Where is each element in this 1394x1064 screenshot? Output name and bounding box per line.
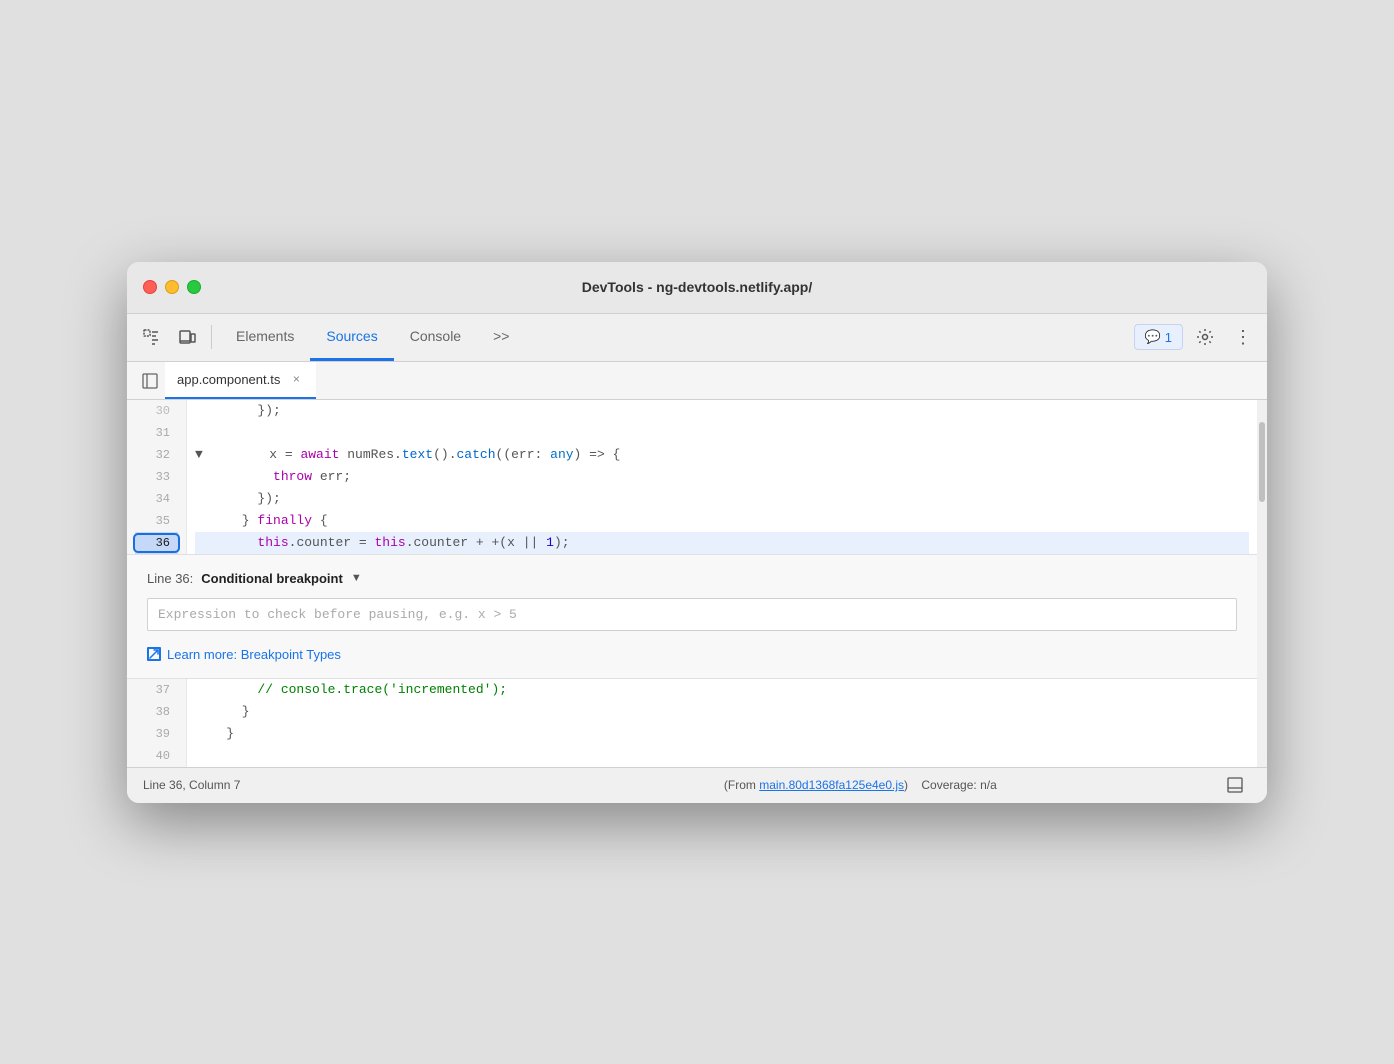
minimize-button[interactable]	[165, 280, 179, 294]
file-tab-close-button[interactable]: ×	[288, 371, 304, 387]
badge-count: 1	[1165, 330, 1172, 345]
more-options-button[interactable]: ⋮	[1227, 321, 1259, 353]
devtools-window: DevTools - ng-devtools.netlify.app/ Elem…	[127, 262, 1267, 803]
scrollbar-thumb[interactable]	[1259, 422, 1265, 502]
source-file-link[interactable]: main.80d1368fa125e4e0.js	[759, 778, 904, 792]
code-lines-top[interactable]: }); ▼ x = await numRes.text().catch((err…	[187, 400, 1257, 554]
chat-icon: 💬	[1145, 329, 1161, 345]
status-source: (From main.80d1368fa125e4e0.js) Coverage…	[502, 778, 1219, 792]
code-line-40	[195, 745, 1249, 767]
breakpoint-line-label: Line 36:	[147, 571, 193, 586]
learn-more-link[interactable]: Learn more: Breakpoint Types	[147, 647, 1237, 662]
dock-button[interactable]	[1219, 769, 1251, 801]
code-editor-area: 30 31 32 33 34 35 36 });	[127, 400, 1257, 554]
status-position: Line 36, Column 7	[143, 778, 502, 792]
line-numbers-bottom: 37 38 39 40	[127, 679, 187, 767]
tab-more[interactable]: >>	[477, 314, 525, 361]
main-toolbar: Elements Sources Console >> 💬 1 ⋮	[127, 314, 1267, 362]
tab-elements[interactable]: Elements	[220, 314, 310, 361]
code-line-39: }	[195, 723, 1249, 745]
code-line-36: this.counter = this.counter + +(x || 1);	[195, 532, 1249, 554]
breakpoint-type-dropdown[interactable]: ▼	[351, 572, 362, 584]
expression-placeholder: Expression to check before pausing, e.g.…	[158, 607, 517, 622]
status-right	[1219, 769, 1251, 801]
toolbar-divider	[211, 325, 212, 349]
code-editor: 30 31 32 33 34 35 36 });	[127, 400, 1257, 554]
code-line-33: throw err;	[195, 466, 1249, 488]
line-num-32: 32	[135, 444, 178, 466]
code-line-38: }	[195, 701, 1249, 723]
line-numbers: 30 31 32 33 34 35 36	[127, 400, 187, 554]
code-line-35: } finally {	[195, 510, 1249, 532]
main-tabs: Elements Sources Console >>	[220, 314, 1130, 361]
code-line-34: });	[195, 488, 1249, 510]
file-tab-bar: app.component.ts ×	[127, 362, 1267, 400]
line-num-35: 35	[135, 510, 178, 532]
code-content: 30 31 32 33 34 35 36 });	[127, 400, 1257, 767]
toolbar-right: 💬 1 ⋮	[1134, 321, 1259, 353]
code-lines-bottom[interactable]: // console.trace('incremented'); } }	[187, 679, 1257, 767]
console-messages-button[interactable]: 💬 1	[1134, 324, 1183, 350]
breakpoint-expression-input[interactable]: Expression to check before pausing, e.g.…	[147, 598, 1237, 631]
breakpoint-header: Line 36: Conditional breakpoint ▼	[147, 571, 1237, 586]
scrollbar[interactable]	[1257, 400, 1267, 767]
line-num-39: 39	[135, 723, 178, 745]
file-tab-name: app.component.ts	[177, 372, 280, 387]
learn-more-label: Learn more: Breakpoint Types	[167, 647, 341, 662]
code-line-37: // console.trace('incremented');	[195, 679, 1249, 701]
status-bar: Line 36, Column 7 (From main.80d1368fa12…	[127, 767, 1267, 803]
tab-console[interactable]: Console	[394, 314, 477, 361]
collapse-arrow[interactable]: ▼	[195, 444, 203, 466]
settings-button[interactable]	[1189, 321, 1221, 353]
line-num-40: 40	[135, 745, 178, 767]
breakpoint-panel: Line 36: Conditional breakpoint ▼ Expres…	[127, 554, 1257, 679]
line-num-30: 30	[135, 400, 178, 422]
code-editor-area-bottom: 37 38 39 40 // console.trace('incremente…	[127, 679, 1257, 767]
code-line-30: });	[195, 400, 1249, 422]
maximize-button[interactable]	[187, 280, 201, 294]
main-content: 30 31 32 33 34 35 36 });	[127, 400, 1267, 767]
traffic-lights	[143, 280, 201, 294]
line-num-33: 33	[135, 466, 178, 488]
line-num-37: 37	[135, 679, 178, 701]
title-bar: DevTools - ng-devtools.netlify.app/	[127, 262, 1267, 314]
sidebar-toggle-button[interactable]	[135, 362, 165, 400]
line-num-38: 38	[135, 701, 178, 723]
code-line-31	[195, 422, 1249, 444]
line-num-36: 36	[135, 532, 178, 554]
inspect-element-button[interactable]	[135, 321, 167, 353]
close-button[interactable]	[143, 280, 157, 294]
line-num-31: 31	[135, 422, 178, 444]
line-num-34: 34	[135, 488, 178, 510]
device-toggle-button[interactable]	[171, 321, 203, 353]
file-tab-app-component[interactable]: app.component.ts ×	[165, 362, 316, 399]
code-editor-bottom: 37 38 39 40 // console.trace('incremente…	[127, 679, 1257, 767]
breakpoint-type-label: Conditional breakpoint	[201, 571, 343, 586]
window-title: DevTools - ng-devtools.netlify.app/	[582, 279, 813, 295]
external-link-icon	[147, 647, 161, 661]
tab-sources[interactable]: Sources	[310, 314, 393, 361]
code-line-32: ▼ x = await numRes.text().catch((err: an…	[195, 444, 1249, 466]
